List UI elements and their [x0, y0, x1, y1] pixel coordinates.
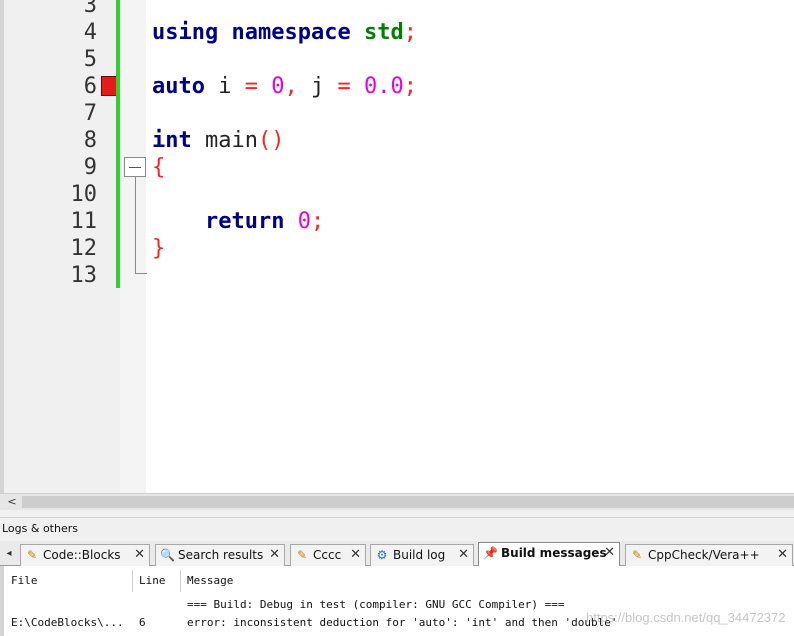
code-token: j	[297, 74, 338, 99]
search-icon: 🔍	[160, 548, 175, 562]
line-number: 7	[83, 101, 97, 126]
code-token: 0.0	[363, 74, 404, 99]
line-number: 10	[70, 182, 98, 207]
code-token: ()	[257, 128, 285, 153]
tab-label: CppCheck/Vera++	[648, 548, 760, 562]
pencil-icon: ✎	[296, 548, 308, 562]
close-icon[interactable]: ✕	[604, 543, 615, 563]
tab-code-blocks[interactable]: ✎ Code::Blocks ✕	[20, 544, 150, 566]
logs-panel-title: Logs & others	[0, 517, 794, 539]
column-header-line[interactable]: Line	[139, 574, 166, 587]
logs-tab-bar: ◂ ✎ Code::Blocks ✕ 🔍 Search results ✕ ✎ Cccc ✕ ⚙ B…	[0, 541, 794, 567]
code-token: 0	[297, 209, 311, 234]
code-line[interactable]: {	[152, 154, 165, 181]
column-header-message[interactable]: Message	[187, 574, 233, 587]
log-cell-message: === Build: Debug in test (compiler: GNU …	[187, 598, 565, 611]
line-number: 3	[83, 0, 97, 18]
code-editor[interactable]: 3 4 5 6 7 8 9 10 11 12 13 using namespace std; auto…	[0, 0, 794, 493]
column-separator	[180, 570, 181, 592]
scrollbar-thumb[interactable]	[22, 496, 794, 508]
log-cell-line: 6	[139, 616, 146, 629]
column-header-file[interactable]: File	[11, 574, 38, 587]
code-token: auto	[152, 74, 205, 99]
tab-label: Cccc	[313, 548, 342, 562]
code-token: ;	[310, 209, 325, 234]
gear-icon: ⚙	[376, 548, 388, 562]
code-token: 0	[271, 74, 285, 99]
fold-margin	[120, 0, 146, 493]
tab-cccc[interactable]: ✎ Cccc ✕	[290, 544, 366, 566]
fold-line	[135, 177, 136, 274]
close-icon[interactable]: ✕	[458, 545, 469, 565]
code-token: ;	[403, 20, 417, 45]
line-number: 9	[83, 155, 97, 180]
pencil-icon: ✎	[26, 548, 38, 562]
fold-minus-icon[interactable]	[124, 157, 146, 177]
code-token: namespace	[231, 20, 351, 45]
code-line[interactable]: }	[152, 235, 165, 262]
tab-scroll-left-icon[interactable]: ◂	[2, 545, 16, 563]
close-icon[interactable]: ✕	[350, 545, 361, 565]
line-number: 12	[70, 236, 98, 261]
column-separator	[132, 570, 133, 592]
tab-label: Build messages	[501, 546, 607, 560]
line-number-column: 3 4 5 6 7 8 9 10 11 12 13	[4, 0, 98, 493]
line-number: 4	[83, 20, 97, 45]
tab-cppcheck-vera[interactable]: ✎ CppCheck/Vera++ ✕	[625, 544, 793, 566]
watermark: https://blog.csdn.net/qq_34472372	[586, 610, 786, 625]
code-token: }	[152, 236, 166, 261]
pencil-icon: ✎	[631, 548, 643, 562]
line-number: 8	[83, 128, 97, 153]
code-line[interactable]: return 0;	[152, 208, 324, 235]
tab-label: Code::Blocks	[43, 548, 121, 562]
code-token: using	[152, 20, 219, 45]
log-cell-message: error: inconsistent deduction for 'auto'…	[187, 616, 618, 629]
scroll-left-arrow-icon[interactable]: <	[4, 494, 20, 510]
editor-gutter: 3 4 5 6 7 8 9 10 11 12 13	[4, 0, 147, 493]
build-messages-list[interactable]: File Line Message === Build: Debug in te…	[0, 566, 794, 636]
code-line[interactable]: auto i = 0, j = 0.0;	[152, 73, 417, 100]
code-line[interactable]: int main()	[152, 127, 284, 154]
fold-end	[135, 273, 147, 274]
close-icon[interactable]: ✕	[269, 545, 280, 565]
code-token: int	[152, 128, 192, 153]
code-token: =	[244, 74, 258, 99]
code-line[interactable]: using namespace std;	[152, 19, 417, 46]
pin-icon: 📌	[483, 546, 498, 560]
tab-label: Search results	[178, 548, 264, 562]
code-token: =	[337, 74, 351, 99]
code-token: return	[204, 209, 285, 234]
code-token: {	[152, 155, 166, 180]
error-marker-icon	[101, 76, 117, 96]
tab-search-results[interactable]: 🔍 Search results ✕	[155, 544, 285, 566]
tab-build-messages[interactable]: 📌 Build messages ✕	[478, 542, 620, 567]
line-number: 6	[83, 74, 97, 99]
code-token: ,	[284, 74, 298, 99]
log-cell-file: E:\CodeBlocks\...	[11, 616, 124, 629]
close-icon[interactable]: ✕	[777, 545, 788, 565]
tab-build-log[interactable]: ⚙ Build log ✕	[370, 544, 474, 566]
code-token: ;	[403, 74, 417, 99]
code-token: main	[191, 128, 258, 153]
horizontal-scrollbar[interactable]: <	[0, 493, 794, 510]
line-number: 13	[70, 263, 98, 288]
code-token: i	[204, 74, 245, 99]
code-token: std	[363, 20, 404, 45]
close-icon[interactable]: ✕	[134, 545, 145, 565]
line-number: 11	[70, 209, 98, 234]
code-area[interactable]: using namespace std; auto i = 0, j = 0.0;…	[150, 0, 794, 493]
line-number: 5	[83, 47, 97, 72]
tab-label: Build log	[393, 548, 446, 562]
